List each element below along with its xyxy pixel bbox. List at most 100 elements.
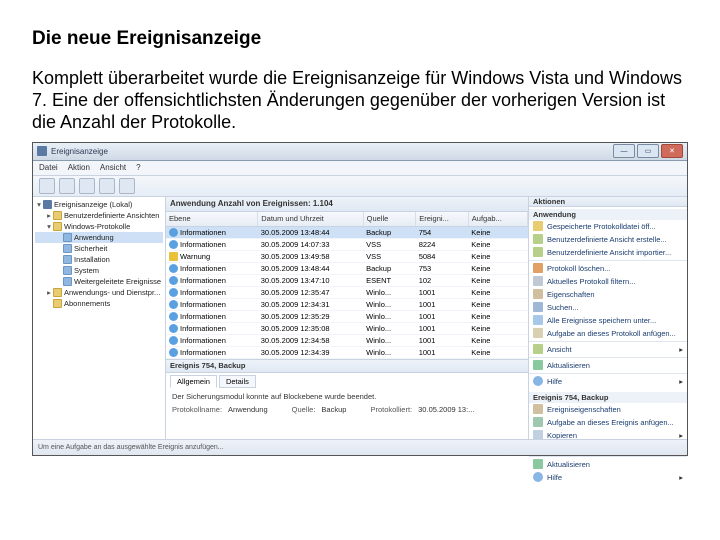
- action-label: Aktualisieren: [547, 460, 590, 469]
- minimize-button[interactable]: —: [613, 144, 635, 158]
- detail-pane: Ereignis 754, Backup Allgemein Details D…: [166, 359, 528, 442]
- action-label: Gespeicherte Protokolldatei öff...: [547, 222, 656, 231]
- table-row[interactable]: Informationen30.05.2009 13:48:44Backup75…: [166, 226, 528, 238]
- log-icon: [63, 255, 72, 264]
- tree-item[interactable]: ▾Windows-Protokolle: [35, 221, 163, 232]
- info-icon: [169, 348, 178, 357]
- tree-item[interactable]: Weitergeleitete Ereignisse: [35, 276, 163, 287]
- table-row[interactable]: Informationen30.05.2009 12:35:08Winlo...…: [166, 322, 528, 334]
- tree-label: Abonnements: [64, 299, 110, 308]
- action-label: Aufgabe an dieses Ereignis anfügen...: [547, 418, 674, 427]
- tree-label: Sicherheit: [74, 244, 107, 253]
- close-button[interactable]: ✕: [661, 144, 683, 158]
- view-icon: [533, 344, 543, 354]
- action-item[interactable]: Hilfe: [529, 471, 687, 484]
- action-item[interactable]: Aufgabe an dieses Ereignis anfügen...: [529, 416, 687, 429]
- tree-item[interactable]: ▾Ereignisanzeige (Lokal): [35, 199, 163, 210]
- info-icon: [169, 300, 178, 309]
- find-icon: [533, 302, 543, 312]
- results-header: Anwendung Anzahl von Ereignissen: 1.104: [166, 197, 528, 212]
- info-icon: [169, 288, 178, 297]
- tree-label: Benutzerdefinierte Ansichten: [64, 211, 159, 220]
- column-header[interactable]: Aufgab...: [468, 212, 527, 227]
- action-item[interactable]: Benutzerdefinierte Ansicht erstelle...: [529, 233, 687, 246]
- action-item[interactable]: Ansicht: [529, 343, 687, 356]
- event-viewer-window: Ereignisanzeige — ▭ ✕ Datei Aktion Ansic…: [32, 142, 688, 456]
- table-row[interactable]: Informationen30.05.2009 12:34:58Winlo...…: [166, 334, 528, 346]
- maximize-button[interactable]: ▭: [637, 144, 659, 158]
- tree-label: Anwendung: [74, 233, 114, 242]
- home-icon[interactable]: [79, 178, 95, 194]
- action-item[interactable]: Alle Ereignisse speichern unter...: [529, 314, 687, 327]
- table-row[interactable]: Informationen30.05.2009 13:48:44Backup75…: [166, 262, 528, 274]
- column-header[interactable]: Ebene: [166, 212, 258, 227]
- saveas-icon: [533, 315, 543, 325]
- action-label: Aktuelles Protokoll filtern...: [547, 277, 635, 286]
- column-header[interactable]: Datum und Uhrzeit: [258, 212, 363, 227]
- folder-icon: [53, 222, 62, 231]
- info-icon: [169, 240, 178, 249]
- forward-icon[interactable]: [59, 178, 75, 194]
- tree-item[interactable]: ▸Anwendungs- und Dienstpr...: [35, 287, 163, 298]
- view-icon: [533, 234, 543, 244]
- table-row[interactable]: Warnung30.05.2009 13:49:58VSS5084Keine: [166, 250, 528, 262]
- table-row[interactable]: Informationen30.05.2009 12:35:47Winlo...…: [166, 286, 528, 298]
- tree-item[interactable]: Sicherheit: [35, 243, 163, 254]
- table-row[interactable]: Informationen30.05.2009 14:07:33VSS8224K…: [166, 238, 528, 250]
- refresh-icon[interactable]: [99, 178, 115, 194]
- action-label: Ansicht: [547, 345, 572, 354]
- prop-icon: [533, 289, 543, 299]
- tab-details[interactable]: Details: [219, 375, 256, 388]
- tree-item[interactable]: Installation: [35, 254, 163, 265]
- info-icon: [169, 324, 178, 333]
- scope-tree[interactable]: ▾Ereignisanzeige (Lokal)▸Benutzerdefinie…: [33, 197, 166, 442]
- log-icon: [63, 266, 72, 275]
- action-item[interactable]: Aktualisieren: [529, 359, 687, 372]
- detail-value: Backup: [321, 405, 346, 414]
- menu-aktion[interactable]: Aktion: [68, 163, 90, 172]
- help-icon: [533, 376, 543, 386]
- events-grid[interactable]: EbeneDatum und UhrzeitQuelleEreigni...Au…: [166, 212, 528, 359]
- action-item[interactable]: Hilfe: [529, 375, 687, 388]
- actions-group1-title: Anwendung: [529, 209, 687, 220]
- action-item[interactable]: Suchen...: [529, 301, 687, 314]
- action-item[interactable]: Eigenschaften: [529, 288, 687, 301]
- tree-item[interactable]: Abonnements: [35, 298, 163, 309]
- menu-datei[interactable]: Datei: [39, 163, 58, 172]
- tree-item[interactable]: ▸Benutzerdefinierte Ansichten: [35, 210, 163, 221]
- screenshot-wrap: Ereignisanzeige — ▭ ✕ Datei Aktion Ansic…: [32, 142, 688, 456]
- statusbar: Um eine Aufgabe an das ausgewählte Ereig…: [33, 439, 687, 455]
- table-row[interactable]: Informationen30.05.2009 13:47:10ESENT102…: [166, 274, 528, 286]
- tab-allgemein[interactable]: Allgemein: [170, 375, 217, 388]
- table-row[interactable]: Informationen30.05.2009 12:35:29Winlo...…: [166, 310, 528, 322]
- detail-key: Protokolliert:: [370, 405, 412, 414]
- eventprop-icon: [533, 404, 543, 414]
- action-label: Hilfe: [547, 377, 562, 386]
- detail-message: Der Sicherungsmodul konnte auf Blockeben…: [172, 392, 522, 401]
- tree-item[interactable]: Anwendung: [35, 232, 163, 243]
- tree-label: Ereignisanzeige (Lokal): [54, 200, 132, 209]
- help-icon[interactable]: [119, 178, 135, 194]
- column-header[interactable]: Quelle: [363, 212, 416, 227]
- menu-help[interactable]: ?: [136, 163, 140, 172]
- column-header[interactable]: Ereigni...: [416, 212, 469, 227]
- action-item[interactable]: Gespeicherte Protokolldatei öff...: [529, 220, 687, 233]
- titlebar: Ereignisanzeige — ▭ ✕: [33, 143, 687, 161]
- action-item[interactable]: Benutzerdefinierte Ansicht importier...: [529, 246, 687, 259]
- tree-label: Installation: [74, 255, 110, 264]
- menu-ansicht[interactable]: Ansicht: [100, 163, 126, 172]
- table-row[interactable]: Informationen30.05.2009 12:34:31Winlo...…: [166, 298, 528, 310]
- detail-header: Ereignis 754, Backup: [166, 360, 528, 373]
- action-item[interactable]: Protokoll löschen...: [529, 262, 687, 275]
- action-item[interactable]: Aufgabe an dieses Protokoll anfügen...: [529, 327, 687, 340]
- actions-header: Aktionen: [529, 197, 687, 207]
- tree-item[interactable]: System: [35, 265, 163, 276]
- action-label: Aktualisieren: [547, 361, 590, 370]
- action-item[interactable]: Aktualisieren: [529, 458, 687, 471]
- back-icon[interactable]: [39, 178, 55, 194]
- action-item[interactable]: Aktuelles Protokoll filtern...: [529, 275, 687, 288]
- action-item[interactable]: Ereigniseigenschaften: [529, 403, 687, 416]
- results-pane: Anwendung Anzahl von Ereignissen: 1.104 …: [166, 197, 529, 442]
- table-row[interactable]: Informationen30.05.2009 12:34:39Winlo...…: [166, 346, 528, 358]
- warning-icon: [169, 252, 178, 261]
